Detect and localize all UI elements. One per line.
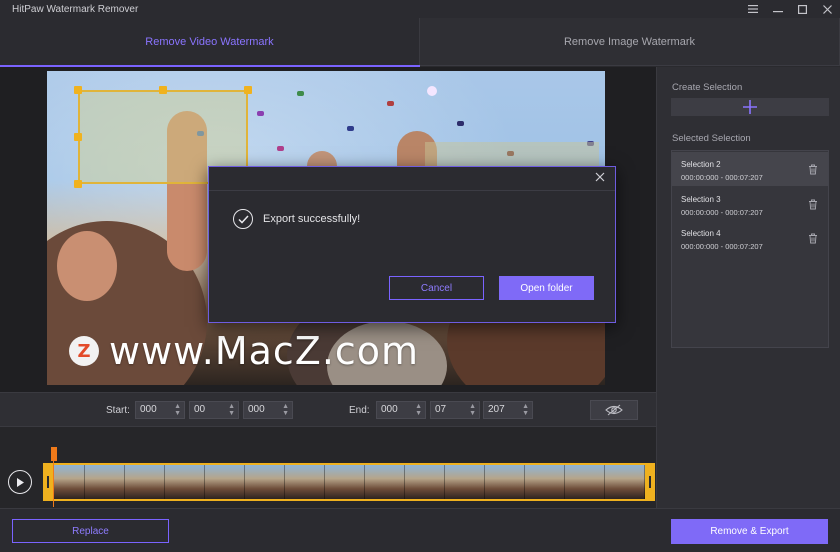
end-seconds-value: 07 [435, 404, 447, 415]
dialog-header [209, 167, 615, 191]
trim-handle-end[interactable] [645, 463, 655, 501]
dialog-message: Export successfully! [263, 213, 361, 225]
end-millis-stepper[interactable]: 207 ▲ ▼ [483, 401, 533, 419]
create-selection-label: Create Selection [672, 82, 743, 93]
start-minutes-stepper[interactable]: 000 ▲ ▼ [135, 401, 185, 419]
remove-export-button[interactable]: Remove & Export [671, 519, 828, 544]
confetti [387, 101, 394, 106]
mode-tabs: Remove Video Watermark Remove Image Wate… [0, 18, 840, 67]
selection-name: Selection 2 [681, 160, 721, 169]
start-label: Start: [106, 405, 130, 416]
selection-handle[interactable] [74, 86, 82, 94]
watermark-logo-letter: Z [77, 340, 91, 362]
close-icon[interactable] [815, 0, 840, 18]
stepper-arrows-icon[interactable]: ▲ ▼ [415, 403, 422, 417]
watermark-overlay: Z www.MacZ.com [69, 329, 419, 373]
eye-off-icon [605, 404, 623, 416]
check-circle-icon [233, 209, 253, 229]
end-minutes-value: 000 [381, 404, 398, 415]
selected-selection-label: Selected Selection [672, 133, 751, 144]
video-frames-strip[interactable] [43, 463, 655, 501]
time-range-bar: Start: 000 ▲ ▼ 00 ▲ ▼ 000 ▲ ▼ End: 000 ▲ ▼ 07 ▲ ▼ … [0, 392, 656, 426]
trash-icon[interactable] [808, 164, 818, 175]
stepper-arrows-icon[interactable]: ▲ ▼ [522, 403, 529, 417]
window-controls [740, 0, 840, 18]
bottom-action-bar: Replace Remove & Export [0, 508, 840, 552]
selection-handle[interactable] [159, 86, 167, 94]
stepper-arrows-icon[interactable]: ▲ ▼ [228, 403, 235, 417]
plus-icon [743, 100, 757, 114]
trim-handle-start[interactable] [43, 463, 53, 501]
trash-icon[interactable] [808, 199, 818, 210]
selection-handle[interactable] [74, 180, 82, 188]
play-button[interactable] [8, 470, 32, 494]
list-item-selection-4[interactable]: Selection 4 000:00:000 - 000:07:207 [672, 221, 828, 255]
end-seconds-stepper[interactable]: 07 ▲ ▼ [430, 401, 480, 419]
open-folder-button[interactable]: Open folder [499, 276, 594, 300]
selection-handle[interactable] [244, 86, 252, 94]
selection-panel: Create Selection Selected Selection Sele… [656, 67, 840, 508]
hide-selection-button[interactable] [590, 400, 638, 420]
confetti [457, 121, 464, 126]
end-millis-value: 207 [488, 404, 505, 415]
tab-remove-image-watermark[interactable]: Remove Image Watermark [420, 18, 840, 66]
start-seconds-value: 00 [194, 404, 206, 415]
end-label: End: [349, 405, 370, 416]
selection-box-secondary[interactable] [425, 142, 599, 166]
confetti [257, 111, 264, 116]
playhead-line [53, 461, 54, 507]
playhead-handle[interactable] [51, 447, 57, 461]
stepper-arrows-icon[interactable]: ▲ ▼ [174, 403, 181, 417]
replace-button[interactable]: Replace [12, 519, 169, 543]
minimize-icon[interactable] [765, 0, 790, 18]
app-window: HitPaw Watermark Remover Remove Video Wa… [0, 0, 840, 552]
selection-name: Selection 3 [681, 195, 721, 204]
selection-range: 000:00:000 - 000:07:207 [681, 173, 763, 182]
end-minutes-stepper[interactable]: 000 ▲ ▼ [376, 401, 426, 419]
confetti [427, 86, 437, 96]
stepper-arrows-icon[interactable]: ▲ ▼ [282, 403, 289, 417]
trash-icon[interactable] [808, 233, 818, 244]
confetti [347, 126, 354, 131]
list-item-selection-2[interactable]: Selection 2 000:00:000 - 000:07:207 [672, 152, 828, 186]
selection-range: 000:00:000 - 000:07:207 [681, 242, 763, 251]
timeline [0, 426, 656, 508]
export-success-dialog: Export successfully! Cancel Open folder [208, 166, 616, 323]
selection-name: Selection 4 [681, 229, 721, 238]
list-item-selection-3[interactable]: Selection 3 000:00:000 - 000:07:207 [672, 187, 828, 221]
maximize-icon[interactable] [790, 0, 815, 18]
stepper-arrows-icon[interactable]: ▲ ▼ [469, 403, 476, 417]
selection-range: 000:00:000 - 000:07:207 [681, 208, 763, 217]
app-title: HitPaw Watermark Remover [12, 3, 139, 15]
start-minutes-value: 000 [140, 404, 157, 415]
confetti [277, 146, 284, 151]
title-bar: HitPaw Watermark Remover [0, 0, 840, 18]
confetti [297, 91, 304, 96]
start-millis-stepper[interactable]: 000 ▲ ▼ [243, 401, 293, 419]
play-icon [17, 477, 24, 487]
tab-remove-video-watermark[interactable]: Remove Video Watermark [0, 18, 420, 67]
cancel-button[interactable]: Cancel [389, 276, 484, 300]
add-selection-button[interactable] [671, 98, 829, 116]
selection-list: Selection 2 000:00:000 - 000:07:207 Sele… [671, 150, 829, 348]
watermark-text: www.MacZ.com [109, 329, 420, 373]
dialog-close-icon[interactable] [593, 171, 607, 185]
start-millis-value: 000 [248, 404, 265, 415]
scene-face-left [57, 231, 117, 301]
menu-icon[interactable] [740, 0, 765, 18]
watermark-logo: Z [69, 336, 99, 366]
start-seconds-stepper[interactable]: 00 ▲ ▼ [189, 401, 239, 419]
dialog-message-row: Export successfully! [233, 209, 360, 229]
selection-handle[interactable] [74, 133, 82, 141]
